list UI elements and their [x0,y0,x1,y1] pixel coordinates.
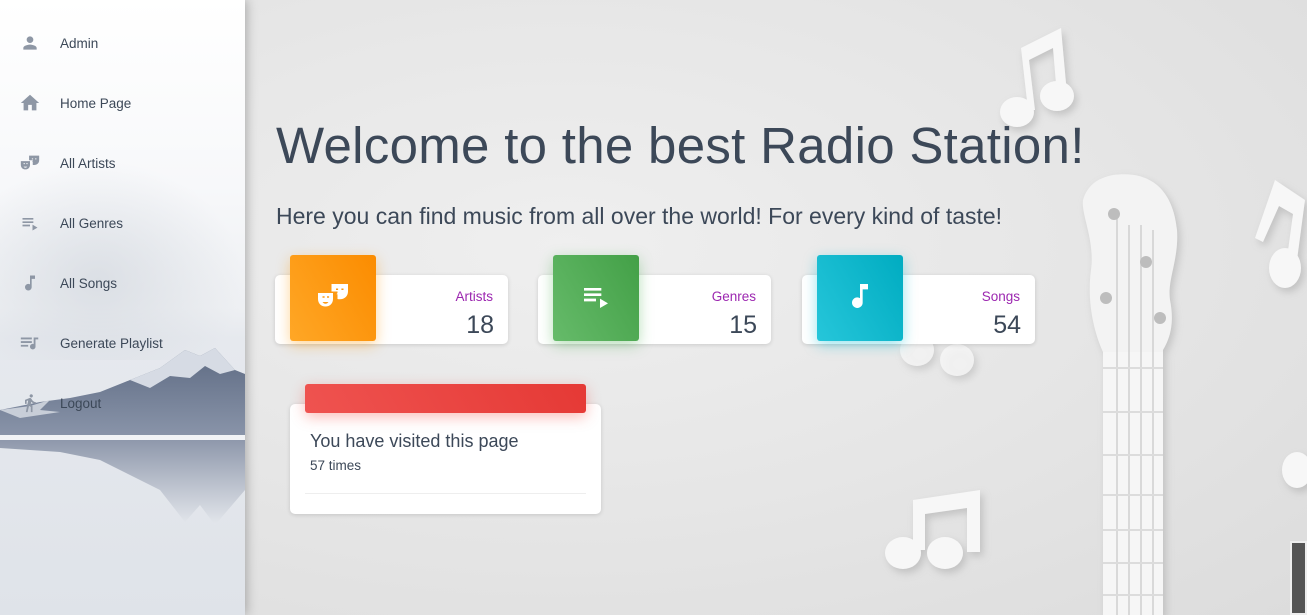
visits-card: You have visited this page 57 times [290,384,601,514]
corner-thumbnail [1290,541,1307,615]
sidebar-item-artists[interactable]: All Artists [0,133,245,193]
page-title: Welcome to the best Radio Station! [276,117,1085,174]
music-note-icon [19,272,41,294]
sidebar-item-home[interactable]: Home Page [0,73,245,133]
queue-music-icon [19,332,41,354]
stat-value: 15 [729,311,757,339]
stat-value: 54 [993,311,1021,339]
sidebar-item-label: All Songs [60,275,118,291]
sidebar-item-generate-playlist[interactable]: Generate Playlist [0,313,245,373]
sidebar-item-admin[interactable]: Admin [0,13,245,73]
page-subtitle: Here you can find music from all over th… [276,203,1003,229]
visits-count: 57 times [310,458,362,473]
stat-card-artists: Artists 18 [275,255,508,344]
sidebar: Admin Home Page All Artists All Genres A… [0,0,245,615]
sidebar-item-label: All Artists [60,155,116,171]
stat-value: 18 [466,311,494,339]
sidebar-item-genres[interactable]: All Genres [0,193,245,253]
stat-tile-artists [290,255,376,341]
stat-category: Genres [711,289,756,304]
music-note-icon [844,280,876,317]
sidebar-item-label: Generate Playlist [60,335,163,351]
home-icon [19,92,41,114]
playlist-play-icon [580,280,612,317]
sidebar-item-label: Admin [60,35,99,51]
visits-card-header [305,384,586,413]
logout-icon [19,392,41,414]
theater-masks-icon [315,278,351,319]
stat-category: Songs [981,289,1020,304]
visits-title: You have visited this page [310,431,519,451]
sidebar-nav: Admin Home Page All Artists All Genres A… [0,13,245,433]
stat-tile-genres [553,255,639,341]
stat-card-genres: Genres 15 [538,255,771,344]
sidebar-item-songs[interactable]: All Songs [0,253,245,313]
sidebar-item-label: All Genres [60,215,124,231]
divider [305,493,586,494]
stat-card-songs: Songs 54 [802,255,1035,344]
person-icon [19,32,41,54]
sidebar-item-logout[interactable]: Logout [0,373,245,433]
playlist-play-icon [19,212,41,234]
stat-tile-songs [817,255,903,341]
theater-masks-icon [19,152,41,174]
sidebar-item-label: Home Page [60,95,132,111]
stat-category: Artists [455,289,493,304]
sidebar-item-label: Logout [60,395,102,411]
